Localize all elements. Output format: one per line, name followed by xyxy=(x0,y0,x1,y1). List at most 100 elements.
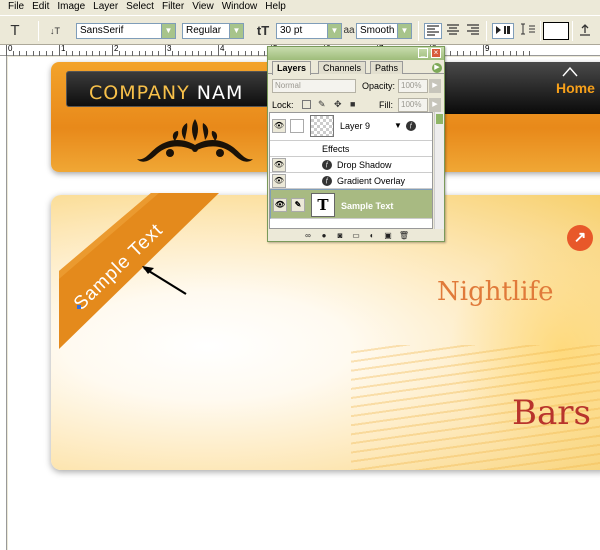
menu-file[interactable]: File xyxy=(4,0,28,14)
menu-help[interactable]: Help xyxy=(261,0,290,14)
visibility-eye-icon[interactable]: 👁 xyxy=(272,119,286,133)
menu-view[interactable]: View xyxy=(188,0,218,14)
brush-icon[interactable]: ✎ xyxy=(291,198,305,212)
ruler-tick xyxy=(78,51,80,56)
ruler-tick xyxy=(6,45,7,56)
divider xyxy=(418,21,419,41)
align-right-icon[interactable] xyxy=(464,23,482,39)
ruler-tick xyxy=(237,51,239,56)
fill-slider-icon[interactable]: ▶ xyxy=(429,98,441,112)
ruler-tick xyxy=(469,51,471,56)
tab-channels[interactable]: Channels xyxy=(318,61,367,74)
ruler-tick xyxy=(224,51,226,56)
new-group-icon[interactable]: ▭ xyxy=(351,231,362,241)
layers-palette[interactable]: _ × Layers Channels Paths ▶ Normal Opaci… xyxy=(267,46,445,242)
warp-text-icon[interactable] xyxy=(492,23,514,39)
ruler-tick xyxy=(145,51,147,56)
close-icon[interactable]: × xyxy=(431,48,441,58)
layer-row-layer9[interactable]: 👁 Layer 9 ▼ ƒ xyxy=(270,113,432,141)
text-anchor-handle[interactable] xyxy=(77,305,81,309)
ruler-tick xyxy=(118,51,120,56)
type-tool-icon[interactable]: T xyxy=(6,23,24,39)
options-bar: T ↓T SansSerif ▼ Regular ▼ tT 30 pt ▼ aa… xyxy=(0,15,600,45)
align-center-icon[interactable] xyxy=(444,23,462,39)
home-link[interactable]: Home xyxy=(556,80,595,96)
menu-bar: File Edit Image Layer Select Filter View… xyxy=(0,0,600,14)
opacity-label: Opacity: xyxy=(362,81,396,91)
lock-position-icon[interactable]: ✥ xyxy=(334,100,343,109)
font-family-value: SansSerif xyxy=(80,25,124,36)
ruler-tick xyxy=(204,51,206,56)
visibility-eye-icon[interactable]: 👁 xyxy=(272,158,286,172)
layer-row-effects[interactable]: Effects xyxy=(270,141,432,157)
ruler-tick xyxy=(151,51,153,56)
pointer-arrow-icon xyxy=(142,266,187,295)
menu-layer[interactable]: Layer xyxy=(89,0,122,14)
fill-field[interactable]: 100% xyxy=(398,98,428,112)
ruler-tick xyxy=(125,51,127,56)
adjustment-layer-icon[interactable]: ◐ xyxy=(367,231,378,241)
palette-tabs: Layers Channels Paths ▶ xyxy=(268,60,444,75)
blend-mode-select[interactable]: Normal xyxy=(272,79,356,93)
scrollbar-thumb[interactable] xyxy=(436,114,443,124)
ruler-tick xyxy=(522,51,524,56)
layers-scrollbar[interactable] xyxy=(434,112,444,229)
font-size-value: 30 pt xyxy=(280,25,303,36)
layer-style-icon[interactable]: ● xyxy=(319,231,330,241)
font-style-select[interactable]: Regular ▼ xyxy=(182,23,244,39)
expand-triangle-icon[interactable]: ▼ xyxy=(394,121,402,130)
palette-menu-icon[interactable]: ▶ xyxy=(432,63,442,73)
font-family-select[interactable]: SansSerif ▼ xyxy=(76,23,176,39)
layer-row-drop-shadow[interactable]: 👁 ƒ Drop Shadow xyxy=(270,157,432,173)
opacity-slider-icon[interactable]: ▶ xyxy=(429,79,441,93)
menu-image[interactable]: Image xyxy=(53,0,89,14)
chevron-down-icon: ▼ xyxy=(327,24,341,38)
photoshop-window: File Edit Image Layer Select Filter View… xyxy=(0,0,600,550)
ruler-tick xyxy=(25,51,27,56)
layer-mask-icon[interactable]: ◙ xyxy=(335,231,346,241)
menu-edit[interactable]: Edit xyxy=(28,0,53,14)
menu-window[interactable]: Window xyxy=(218,0,262,14)
minimize-icon[interactable]: _ xyxy=(418,48,428,58)
layer-name[interactable]: Sample Text xyxy=(341,199,393,213)
ruler-tick xyxy=(191,51,193,56)
ruler-tick xyxy=(529,51,531,56)
commit-icon[interactable] xyxy=(576,23,594,39)
visibility-eye-icon[interactable]: 👁 xyxy=(272,174,286,188)
trash-icon[interactable]: 🗑 xyxy=(399,231,410,241)
tab-paths[interactable]: Paths xyxy=(370,61,404,74)
lock-transparency-icon[interactable] xyxy=(302,100,311,109)
antialias-select[interactable]: Smooth ▼ xyxy=(356,23,412,39)
text-color-swatch[interactable] xyxy=(543,22,569,40)
align-left-icon[interactable] xyxy=(424,23,442,39)
text-orientation-icon[interactable]: ↓T xyxy=(46,23,64,39)
character-palette-icon[interactable] xyxy=(518,23,538,39)
layer-thumbnail xyxy=(310,115,334,137)
vertical-ruler xyxy=(0,56,7,550)
fx-icon: ƒ xyxy=(406,121,416,131)
ruler-tick xyxy=(516,51,518,56)
ruler-tick xyxy=(509,51,511,56)
ruler-tick xyxy=(92,51,94,56)
link-slot[interactable] xyxy=(290,119,304,133)
layer-name[interactable]: Layer 9 xyxy=(340,121,370,131)
ruler-tick xyxy=(165,45,166,56)
palette-titlebar[interactable]: _ × xyxy=(268,47,444,60)
new-layer-icon[interactable]: ▣ xyxy=(383,231,394,241)
chevron-down-icon: ▼ xyxy=(161,24,175,38)
font-size-select[interactable]: 30 pt ▼ xyxy=(276,23,342,39)
menu-filter[interactable]: Filter xyxy=(158,0,188,14)
tab-layers[interactable]: Layers xyxy=(272,61,312,75)
layer-row-gradient-overlay[interactable]: 👁 ƒ Gradient Overlay xyxy=(270,173,432,189)
menu-select[interactable]: Select xyxy=(122,0,158,14)
ruler-tick xyxy=(231,51,233,56)
ruler-tick xyxy=(12,51,14,56)
lock-all-icon[interactable]: ■ xyxy=(350,100,359,109)
opacity-field[interactable]: 100% xyxy=(398,79,428,93)
divider xyxy=(540,21,541,41)
lock-pixels-icon[interactable]: ✎ xyxy=(318,100,327,109)
visibility-eye-icon[interactable]: 👁 xyxy=(273,198,287,212)
ruler-tick xyxy=(476,51,478,56)
link-layers-icon[interactable]: ∞ xyxy=(303,231,314,241)
layer-row-sample-text[interactable]: 👁 ✎ T Sample Text xyxy=(270,189,432,219)
